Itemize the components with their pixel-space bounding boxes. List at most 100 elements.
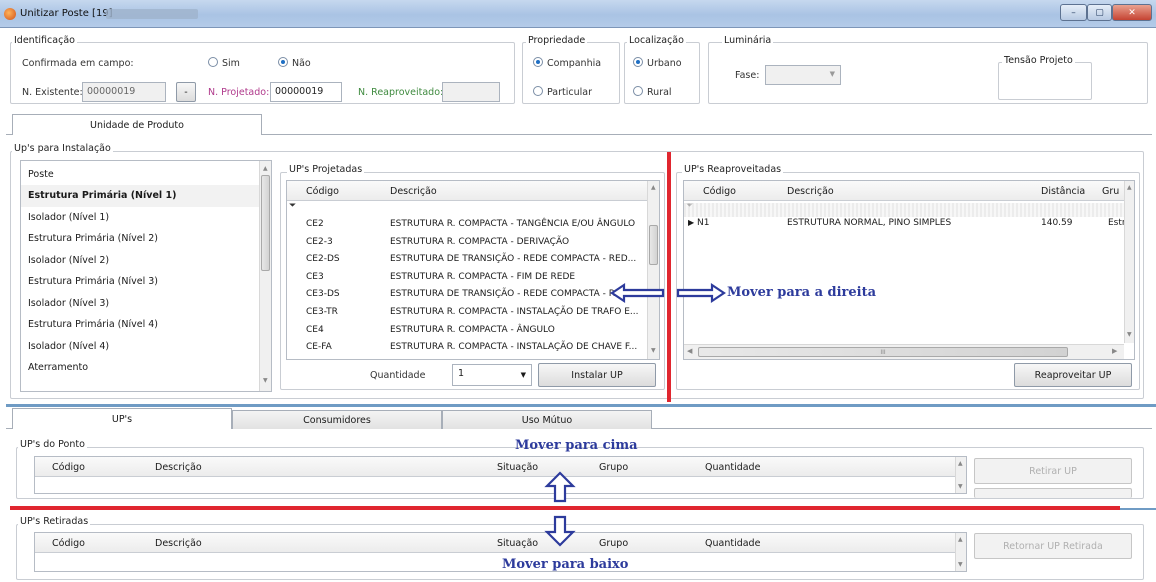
- col-quantidade[interactable]: Quantidade: [705, 462, 760, 473]
- radio-companhia[interactable]: [533, 57, 543, 67]
- localizacao-urbano-option[interactable]: Urbano: [633, 57, 682, 69]
- col-grupo[interactable]: Gru: [1102, 186, 1119, 197]
- minimize-button[interactable]: –: [1060, 4, 1087, 21]
- scroll-down-arrow-icon[interactable]: ▼: [958, 483, 963, 490]
- projetadas-grid[interactable]: Código Descrição ⏷ CE2 ESTRUTURA R. COMPA…: [286, 180, 660, 360]
- list-item[interactable]: Isolador (Nível 4): [21, 335, 261, 357]
- close-button[interactable]: ✕: [1112, 4, 1152, 21]
- reaproveitadas-hscroll[interactable]: ◀ III ▶: [684, 344, 1124, 359]
- radio-rural[interactable]: [633, 86, 643, 96]
- n-projetado-field[interactable]: 00000019: [270, 82, 342, 102]
- quantidade-label: Quantidade: [370, 370, 426, 381]
- col-grupo[interactable]: Grupo: [599, 538, 628, 549]
- propriedade-companhia-option[interactable]: Companhia: [533, 57, 601, 69]
- hscroll-thumb[interactable]: III: [698, 347, 1068, 357]
- projetadas-label: UP's Projetadas: [287, 164, 365, 175]
- horizontal-splitter[interactable]: [6, 404, 1156, 407]
- tab-consumidores[interactable]: Consumidores: [232, 410, 442, 429]
- col-codigo[interactable]: Código: [306, 186, 339, 197]
- instalacao-list[interactable]: Poste Estrutura Primária (Nível 1) Isolado…: [20, 160, 272, 392]
- table-row[interactable]: CE2-3 ESTRUTURA R. COMPACTA - DERIVAÇÃO: [287, 237, 647, 250]
- scroll-up-arrow-icon[interactable]: ▲: [958, 460, 963, 467]
- retornar-up-retirada-button[interactable]: Retornar UP Retirada: [974, 533, 1132, 559]
- confirmada-nao-option[interactable]: Não: [278, 57, 311, 69]
- reaproveitadas-vscroll[interactable]: ▲ ▼: [1124, 181, 1134, 343]
- scroll-up-arrow-icon[interactable]: ▲: [651, 184, 656, 191]
- list-item[interactable]: Isolador (Nível 2): [21, 249, 261, 271]
- ponto-scrollbar[interactable]: ▲ ▼: [955, 457, 966, 493]
- col-codigo[interactable]: Código: [52, 462, 85, 473]
- localizacao-rural-option[interactable]: Rural: [633, 86, 672, 98]
- table-row[interactable]: CE4 ESTRUTURA R. COMPACTA - ÂNGULO: [287, 325, 647, 338]
- scroll-down-arrow-icon[interactable]: ▼: [651, 347, 656, 354]
- list-item[interactable]: Poste: [21, 163, 261, 185]
- retirar-up-button[interactable]: Retirar UP: [974, 458, 1132, 484]
- scroll-down-arrow-icon[interactable]: ▼: [263, 377, 268, 384]
- radio-nao[interactable]: [278, 57, 288, 67]
- col-situacao[interactable]: Situação: [497, 538, 538, 549]
- dash-button[interactable]: -: [176, 82, 196, 102]
- fase-select[interactable]: ▼: [765, 65, 841, 85]
- instalacao-label: Up's para Instalação: [12, 143, 113, 154]
- instalar-up-button[interactable]: Instalar UP: [538, 363, 656, 387]
- table-row[interactable]: CE3 ESTRUTURA R. COMPACTA - FIM DE REDE: [287, 272, 647, 285]
- scroll-left-arrow-icon[interactable]: ◀: [687, 347, 692, 355]
- maximize-button[interactable]: ▢: [1087, 4, 1112, 21]
- col-grupo[interactable]: Grupo: [599, 462, 628, 473]
- radio-sim[interactable]: [208, 57, 218, 67]
- col-descricao[interactable]: Descrição: [155, 462, 202, 473]
- quantidade-select[interactable]: 1 ▼: [452, 364, 532, 386]
- list-item[interactable]: Estrutura Primária (Nível 2): [21, 228, 261, 250]
- list-item[interactable]: Isolador (Nível 1): [21, 206, 261, 228]
- filter-icon[interactable]: ⏷: [289, 201, 296, 211]
- table-row[interactable]: CE3-DS ESTRUTURA DE TRANSIÇÃO - REDE COMP…: [287, 289, 647, 302]
- scroll-up-arrow-icon[interactable]: ▲: [263, 165, 268, 172]
- list-item[interactable]: Isolador (Nível 3): [21, 292, 261, 314]
- list-item[interactable]: Estrutura Primária (Nível 3): [21, 271, 261, 293]
- list-item[interactable]: Estrutura Primária (Nível 1): [21, 184, 261, 207]
- filter-row[interactable]: [684, 203, 1124, 217]
- partial-button[interactable]: [974, 488, 1132, 498]
- instalacao-scrollbar[interactable]: ▲ ▼: [259, 161, 271, 391]
- tab-unidade-de-produto[interactable]: Unidade de Produto: [12, 114, 262, 135]
- radio-urbano[interactable]: [633, 57, 643, 67]
- col-descricao[interactable]: Descrição: [390, 186, 437, 197]
- list-item[interactable]: Aterramento: [21, 357, 261, 379]
- retiradas-grid[interactable]: Código Descrição Situação Grupo Quantida…: [34, 532, 967, 572]
- col-distancia[interactable]: Distância: [1041, 186, 1085, 197]
- n-reaproveitado-field[interactable]: [442, 82, 500, 102]
- n-existente-field[interactable]: 00000019: [82, 82, 166, 102]
- radio-particular[interactable]: [533, 86, 543, 96]
- retiradas-scrollbar[interactable]: ▲ ▼: [955, 533, 966, 571]
- cell-codigo: CE2-DS: [306, 254, 340, 265]
- col-situacao[interactable]: Situação: [497, 462, 538, 473]
- table-row[interactable]: CE-FA ESTRUTURA R. COMPACTA - INSTALAÇÃO …: [287, 342, 647, 355]
- scroll-down-arrow-icon[interactable]: ▼: [1127, 331, 1132, 338]
- scroll-up-arrow-icon[interactable]: ▲: [1127, 184, 1132, 191]
- col-descricao[interactable]: Descrição: [787, 186, 834, 197]
- tab-ups[interactable]: UP's: [12, 408, 232, 429]
- scroll-thumb[interactable]: [261, 175, 270, 271]
- col-quantidade[interactable]: Quantidade: [705, 538, 760, 549]
- col-descricao[interactable]: Descrição: [155, 538, 202, 549]
- scroll-thumb[interactable]: [649, 225, 658, 265]
- projetadas-scrollbar[interactable]: ▲ ▼: [647, 181, 659, 359]
- table-row[interactable]: CE3-TR ESTRUTURA R. COMPACTA - INSTALAÇÃO…: [287, 307, 647, 320]
- list-item[interactable]: Estrutura Primária (Nível 4): [21, 314, 261, 336]
- col-codigo[interactable]: Código: [703, 186, 736, 197]
- table-row[interactable]: CE2-DS ESTRUTURA DE TRANSIÇÃO - REDE COMP…: [287, 254, 647, 267]
- reaproveitadas-grid[interactable]: Código Descrição Distância Gru ⏷ ▶ N1 ES…: [683, 180, 1135, 360]
- ponto-grid[interactable]: Código Descrição Situação Grupo Quantida…: [34, 456, 967, 494]
- propriedade-particular-option[interactable]: Particular: [533, 86, 592, 98]
- scroll-down-arrow-icon[interactable]: ▼: [958, 561, 963, 568]
- col-codigo[interactable]: Código: [52, 538, 85, 549]
- reaproveitar-up-button[interactable]: Reaproveitar UP: [1014, 363, 1132, 387]
- table-row[interactable]: ▶ N1 ESTRUTURA NORMAL, PINO SIMPLES 140.…: [684, 218, 1126, 231]
- identificacao-label: Identificação: [12, 35, 77, 46]
- confirmada-sim-option[interactable]: Sim: [208, 57, 240, 69]
- tab-uso-mutuo[interactable]: Uso Mútuo: [442, 410, 652, 429]
- scroll-up-arrow-icon[interactable]: ▲: [958, 536, 963, 543]
- down-arrow-icon: [544, 515, 576, 547]
- scroll-right-arrow-icon[interactable]: ▶: [1112, 347, 1117, 355]
- table-row[interactable]: CE2 ESTRUTURA R. COMPACTA - TANGÊNCIA E/O…: [287, 219, 647, 232]
